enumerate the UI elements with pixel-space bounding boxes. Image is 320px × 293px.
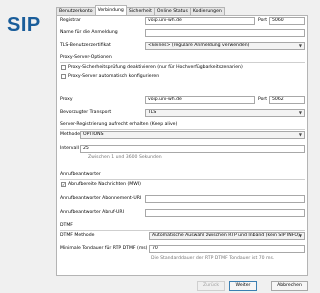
dtmf-min-field[interactable]: 70 xyxy=(149,245,305,253)
tab-benutzerkonto[interactable]: Benutzerkonto xyxy=(56,7,96,15)
dtmf-title: DTMF xyxy=(60,223,73,228)
dtmf-method-label: DTMF Methode xyxy=(60,233,95,238)
voicemail-subscribe-label: Anrufbeantworter Abonnement-URI xyxy=(60,196,142,201)
transport-value: TLS xyxy=(148,110,157,115)
mwi-label: Abrufbereite Nachrichten (MWI) xyxy=(68,182,141,187)
proxy-options-title: Proxy-Server-Optionen xyxy=(60,55,112,60)
tab-bar: Benutzerkonto Verbindung Sicherheit Onli… xyxy=(56,5,225,15)
cancel-button[interactable]: Abbrechen xyxy=(271,281,308,291)
keepalive-method-value: OPTIONS xyxy=(83,132,104,137)
registrar-label: Registrar xyxy=(60,18,81,23)
voicemail-subscribe-field[interactable] xyxy=(145,195,305,203)
keepalive-title: Server-Registrierung aufrecht erhalten (… xyxy=(60,122,178,127)
tab-verbindung[interactable]: Verbindung xyxy=(94,5,127,15)
dtmf-min-label: Minimale Tondauer für RTP DTMF (ms) xyxy=(60,246,148,251)
next-button[interactable]: Weiter xyxy=(229,281,257,291)
connection-panel: Registrar voip.uni-wh.de Port 5060 Name … xyxy=(56,15,308,276)
tls-cert-label: TLS-Benutzerzertifikat xyxy=(60,43,111,48)
chevron-down-icon: ▼ xyxy=(298,43,302,48)
registrar-field[interactable]: voip.uni-wh.de xyxy=(145,17,255,25)
back-button[interactable]: Zurück xyxy=(197,281,225,291)
transport-select[interactable]: TLS ▼ xyxy=(145,109,305,117)
sip-logo: SIP xyxy=(7,14,41,36)
tls-cert-select[interactable]: <keines> (reguläre Anmeldung verwenden) … xyxy=(145,42,305,50)
chevron-down-icon: ▼ xyxy=(298,233,302,238)
tab-online-status[interactable]: Online Status xyxy=(153,7,191,15)
divider xyxy=(60,230,305,231)
mwi-checkbox[interactable]: ✓ xyxy=(61,182,66,187)
login-name-field[interactable] xyxy=(145,29,305,37)
dtmf-hint: Die Standarddauer der RTP DTMF Tondauer … xyxy=(151,256,275,261)
proxy-field[interactable]: voip.uni-wh.de xyxy=(145,96,255,104)
chevron-down-icon: ▼ xyxy=(298,110,302,115)
divider xyxy=(60,179,305,180)
keepalive-method-label: Methode xyxy=(60,132,81,137)
dtmf-method-select[interactable]: Automatische Auswahl zwischen RTP und In… xyxy=(149,232,305,240)
proxy-security-checkbox[interactable] xyxy=(61,65,66,70)
keepalive-hint: Zwischen 1 und 3600 Sekunden xyxy=(88,155,162,160)
keepalive-interval-label: Intervall xyxy=(60,146,79,151)
proxy-label: Proxy xyxy=(60,97,73,102)
divider xyxy=(60,129,305,130)
proxy-security-label: Proxy-Sicherheitsprüfung deaktivieren (n… xyxy=(68,65,243,70)
voicemail-retrieve-label: Anrufbeantworter Abruf-URI xyxy=(60,210,124,215)
dtmf-method-value: Automatische Auswahl zwischen RTP und In… xyxy=(152,233,300,238)
chevron-down-icon: ▼ xyxy=(298,132,302,137)
tab-sicherheit[interactable]: Sicherheit xyxy=(125,7,155,15)
proxy-auto-label: Proxy-Server automatisch konfigurieren xyxy=(68,74,160,79)
keepalive-interval-field[interactable]: 25 xyxy=(80,145,305,153)
tls-cert-value: <keines> (reguläre Anmeldung verwenden) xyxy=(148,43,250,48)
voicemail-title: Anrufbeantworter xyxy=(60,172,101,177)
login-name-label: Name für die Anmeldung xyxy=(60,30,118,35)
transport-label: Bevorzugter Transport xyxy=(60,110,112,115)
keepalive-method-select[interactable]: OPTIONS ▼ xyxy=(80,131,305,139)
proxy-auto-checkbox[interactable] xyxy=(61,74,66,79)
proxy-port-label: Port xyxy=(258,97,268,102)
tab-kodierungen[interactable]: Kodierungen xyxy=(189,7,225,15)
divider xyxy=(60,62,305,63)
voicemail-retrieve-field[interactable] xyxy=(145,209,305,217)
proxy-port-field[interactable]: 5062 xyxy=(269,96,305,104)
registrar-port-label: Port xyxy=(258,18,268,23)
registrar-port-field[interactable]: 5060 xyxy=(269,17,305,25)
